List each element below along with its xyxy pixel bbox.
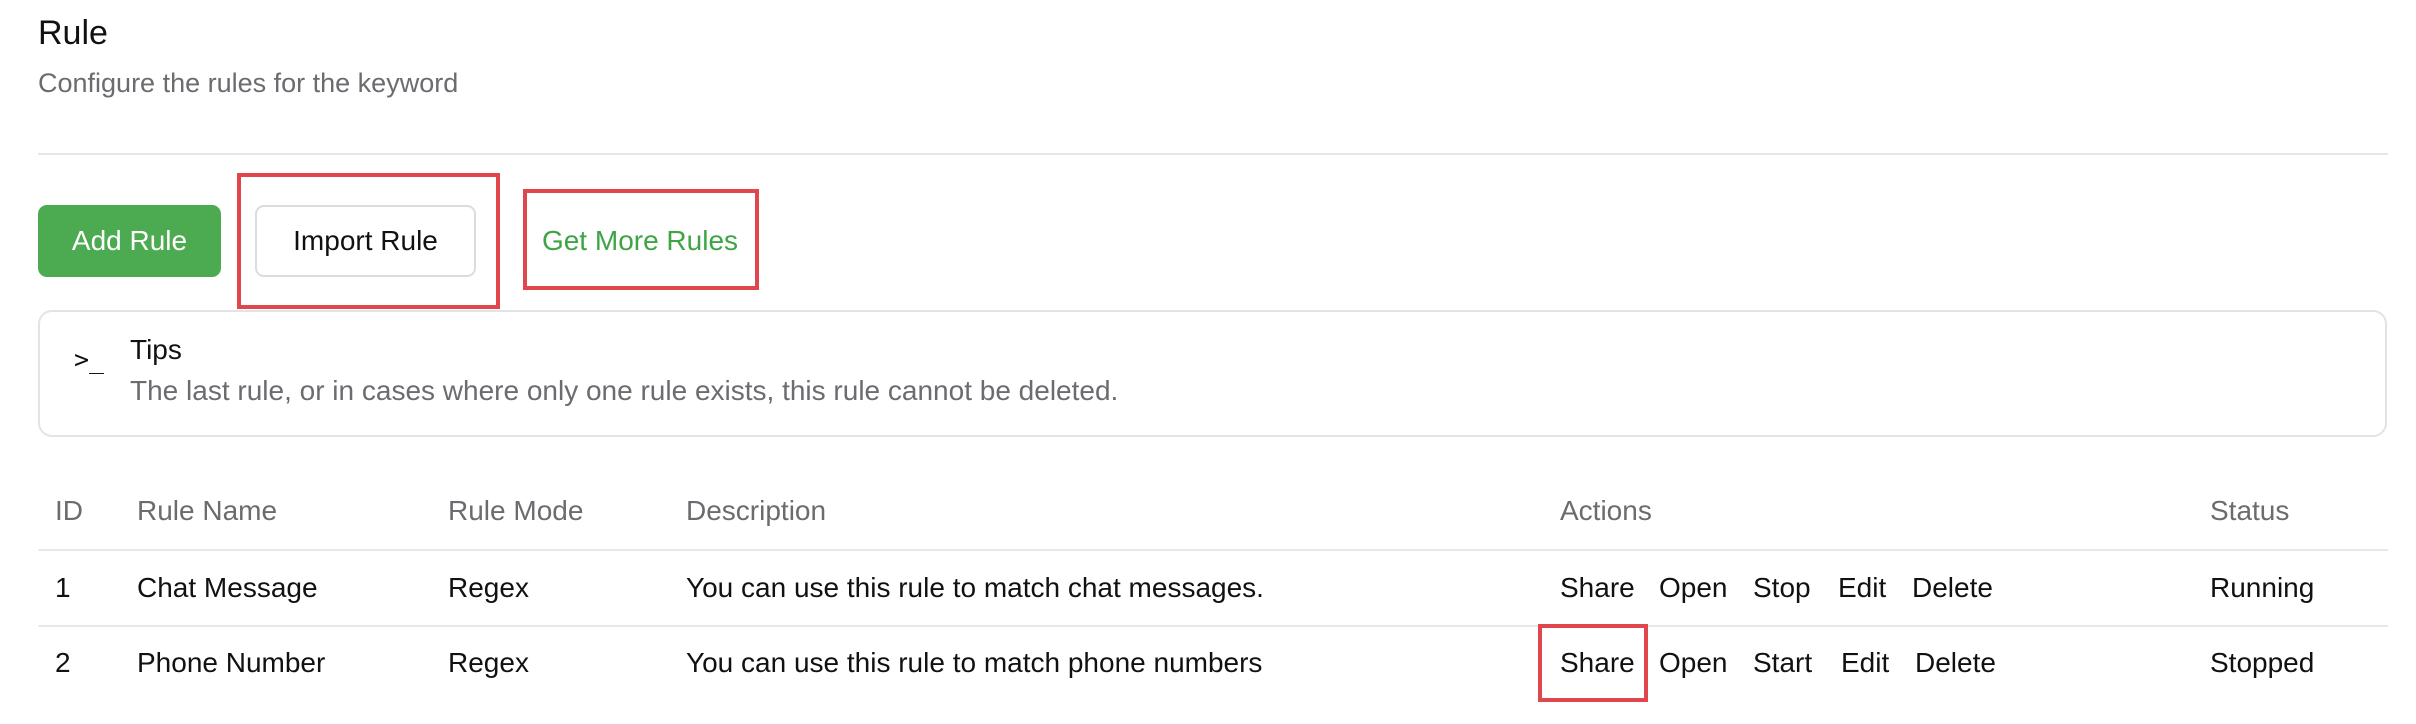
tips-text: The last rule, or in cases where only on… (130, 375, 1119, 406)
tips-title: Tips (130, 334, 182, 365)
tips-panel: >_ Tips The last rule, or in cases where… (38, 310, 2387, 437)
cell-rule-mode: Regex (448, 647, 529, 678)
import-rule-button[interactable]: Import Rule (255, 205, 476, 277)
share-action[interactable]: Share (1560, 647, 1635, 679)
cell-status: Running (2210, 572, 2315, 603)
column-header-rule-mode: Rule Mode (448, 495, 584, 526)
cell-status: Stopped (2210, 647, 2315, 678)
cell-rule-mode: Regex (448, 572, 529, 603)
delete-action[interactable]: Delete (1915, 647, 1996, 679)
cell-description: You can use this rule to match chat mess… (686, 572, 1264, 603)
get-more-rules-link[interactable]: Get More Rules (540, 205, 740, 277)
cell-id: 2 (55, 647, 71, 678)
share-action[interactable]: Share (1560, 572, 1635, 604)
open-action[interactable]: Open (1659, 572, 1728, 604)
column-header-rule-name: Rule Name (137, 495, 278, 526)
column-header-id: ID (55, 495, 83, 526)
stop-action[interactable]: Stop (1753, 572, 1811, 604)
page-subtitle: Configure the rules for the keyword (38, 68, 459, 98)
cell-description: You can use this rule to match phone num… (686, 647, 1263, 678)
cell-rule-name: Phone Number (137, 647, 326, 678)
page-title: Rule (38, 14, 108, 52)
delete-action[interactable]: Delete (1912, 572, 1993, 604)
cell-id: 1 (55, 572, 71, 603)
terminal-prompt-icon: >_ (74, 345, 105, 374)
edit-action[interactable]: Edit (1838, 572, 1886, 604)
start-action[interactable]: Start (1753, 647, 1812, 679)
edit-action[interactable]: Edit (1841, 647, 1889, 679)
table-header-divider (38, 549, 2388, 551)
column-header-status: Status (2210, 495, 2290, 526)
header-divider (38, 153, 2388, 155)
cell-rule-name: Chat Message (137, 572, 318, 603)
add-rule-button[interactable]: Add Rule (38, 205, 221, 277)
row-divider (38, 625, 2388, 627)
column-header-actions: Actions (1560, 495, 1652, 526)
open-action[interactable]: Open (1659, 647, 1728, 679)
column-header-description: Description (686, 495, 827, 526)
